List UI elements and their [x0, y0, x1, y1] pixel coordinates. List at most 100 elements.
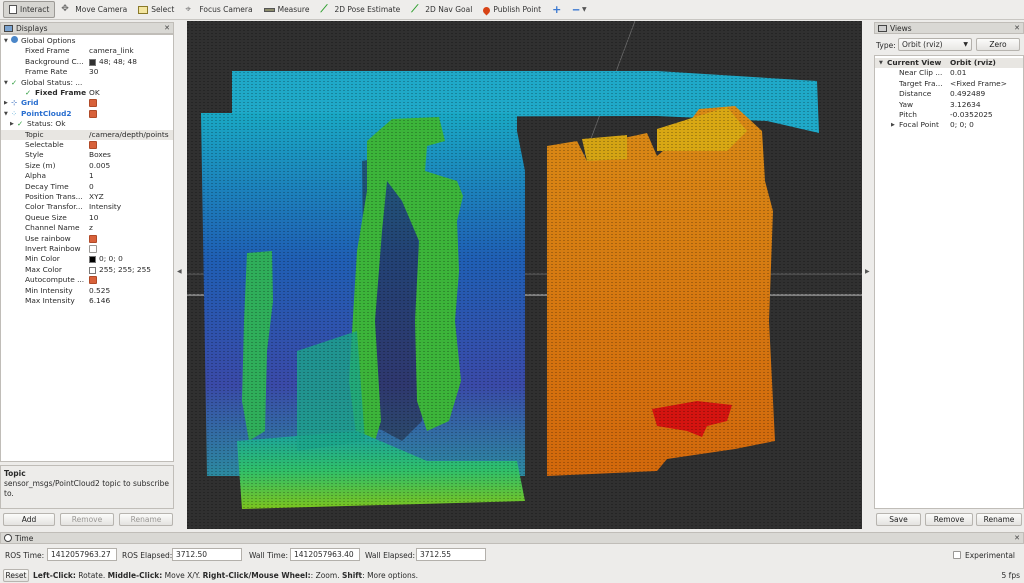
display-row-value[interactable]: 30	[89, 67, 171, 77]
wall-elapsed-field[interactable]: 3712.55	[416, 548, 486, 561]
color-swatch[interactable]	[89, 256, 96, 264]
display-row-value[interactable]: Intensity	[89, 202, 171, 212]
expand-right-icon[interactable]: ▶	[4, 98, 8, 108]
display-row[interactable]: Alpha 1	[1, 171, 173, 181]
display-checkbox[interactable]	[89, 245, 97, 253]
display-row-value[interactable]: 0.005	[89, 161, 171, 171]
pose-estimate-tool-button[interactable]: ⟋ 2D Pose Estimate	[315, 1, 405, 18]
display-row[interactable]: ✓ Fixed Frame OK	[1, 88, 173, 98]
display-row[interactable]: Decay Time 0	[1, 182, 173, 192]
remove-view-button[interactable]: Remove	[925, 513, 973, 526]
display-row[interactable]: Fixed Frame camera_link	[1, 46, 173, 56]
rename-view-button[interactable]: Rename	[976, 513, 1022, 526]
display-row[interactable]: ▼ ✓ Global Status: ...	[1, 78, 173, 88]
display-row-value[interactable]: 48; 48; 48	[99, 57, 171, 67]
ros-time-field[interactable]: 1412057963.27	[47, 548, 117, 561]
display-row[interactable]: ▼ ⁘ PointCloud2	[1, 109, 173, 119]
interact-tool-button[interactable]: Interact	[3, 1, 56, 18]
color-swatch[interactable]	[89, 58, 96, 66]
remove-display-button[interactable]: Remove	[60, 513, 114, 526]
display-checkbox[interactable]	[89, 99, 97, 108]
display-row-value[interactable]: Boxes	[89, 150, 171, 160]
measure-tool-button[interactable]: Measure	[259, 1, 315, 18]
display-row-value[interactable]: 0; 0; 0	[99, 254, 171, 264]
display-row-value[interactable]: 10	[89, 213, 171, 223]
view-row[interactable]: Near Clip ... 0.01	[875, 68, 1023, 78]
expand-right-icon[interactable]: ▶	[891, 120, 895, 130]
expand-down-icon[interactable]: ▼	[4, 109, 8, 119]
display-row[interactable]: Size (m) 0.005	[1, 161, 173, 171]
close-icon[interactable]: ✕	[164, 24, 170, 32]
display-row-value[interactable]: 0	[89, 182, 171, 192]
display-row[interactable]: Selectable	[1, 140, 173, 150]
move-camera-tool-button[interactable]: ✥ Move Camera	[56, 1, 132, 18]
view-row-value[interactable]: <Fixed Frame>	[950, 79, 1022, 89]
display-row-value[interactable]: 1	[89, 171, 171, 181]
select-tool-button[interactable]: Select	[133, 1, 179, 18]
display-row[interactable]: ▶ ✓ Status: Ok	[1, 119, 173, 129]
view-row[interactable]: ▼ Current View Orbit (rviz)	[875, 58, 1023, 69]
3d-viewport[interactable]	[187, 21, 862, 529]
view-row-value[interactable]: 0.01	[950, 68, 1022, 78]
display-checkbox[interactable]	[89, 234, 97, 243]
close-icon[interactable]: ✕	[1014, 534, 1020, 542]
view-row-value[interactable]: 0.492489	[950, 89, 1022, 99]
display-row-value[interactable]: camera_link	[89, 46, 171, 56]
display-row[interactable]: Autocompute ...	[1, 275, 173, 285]
view-row-value[interactable]: 0; 0; 0	[950, 120, 1022, 130]
display-row-value[interactable]: 255; 255; 255	[99, 265, 171, 275]
display-row-value[interactable]: OK	[89, 88, 171, 98]
display-row[interactable]: Invert Rainbow	[1, 244, 173, 254]
view-type-select[interactable]: Orbit (rviz) ▼	[898, 38, 972, 51]
display-row[interactable]: Topic/camera/depth/points	[1, 129, 173, 140]
view-row-value[interactable]: Orbit (rviz)	[950, 58, 1022, 68]
display-row[interactable]: ▶ ⊹ Grid	[1, 98, 173, 108]
remove-tool-menu[interactable]: ‒ ▼	[567, 1, 591, 18]
display-checkbox[interactable]	[89, 276, 97, 285]
view-row[interactable]: Distance 0.492489	[875, 89, 1023, 99]
left-collapse-handle[interactable]: ◀	[177, 268, 182, 275]
save-view-button[interactable]: Save	[876, 513, 921, 526]
display-row-value[interactable]: 0.525	[89, 286, 171, 296]
view-row-value[interactable]: 3.12634	[950, 100, 1022, 110]
wall-time-field[interactable]: 1412057963.40	[290, 548, 360, 561]
nav-goal-tool-button[interactable]: ⟋ 2D Nav Goal	[406, 1, 477, 18]
display-row[interactable]: Min Intensity 0.525	[1, 286, 173, 296]
expand-down-icon[interactable]: ▼	[879, 58, 883, 68]
display-row[interactable]: Color Transfor... Intensity	[1, 202, 173, 212]
expand-down-icon[interactable]: ▼	[4, 36, 8, 46]
close-icon[interactable]: ✕	[1014, 24, 1020, 32]
display-row[interactable]: ▼ Global Options	[1, 36, 173, 46]
display-row[interactable]: Channel Name z	[1, 223, 173, 233]
display-row[interactable]: Queue Size 10	[1, 213, 173, 223]
zero-view-button[interactable]: Zero	[976, 38, 1020, 51]
add-tool-button[interactable]: +	[547, 1, 566, 18]
view-row[interactable]: Pitch -0.0352025	[875, 110, 1023, 120]
display-row[interactable]: Background C... 48; 48; 48	[1, 57, 173, 67]
display-row[interactable]: Use rainbow	[1, 234, 173, 244]
experimental-checkbox[interactable]	[953, 551, 961, 559]
view-row[interactable]: Yaw 3.12634	[875, 100, 1023, 110]
display-row-value[interactable]: 6.146	[89, 296, 171, 306]
rename-display-button[interactable]: Rename	[119, 513, 173, 526]
display-row[interactable]: Max Intensity 6.146	[1, 296, 173, 306]
color-swatch[interactable]	[89, 266, 96, 274]
view-row[interactable]: Target Fra... <Fixed Frame>	[875, 79, 1023, 89]
publish-point-tool-button[interactable]: Publish Point	[478, 1, 546, 18]
display-checkbox[interactable]	[89, 141, 97, 149]
display-checkbox[interactable]	[89, 109, 97, 118]
display-row[interactable]: Position Trans... XYZ	[1, 192, 173, 202]
display-row[interactable]: Style Boxes	[1, 150, 173, 160]
expand-right-icon[interactable]: ▶	[10, 119, 14, 129]
display-row-value[interactable]: /camera/depth/points	[89, 130, 171, 140]
reset-button[interactable]: Reset	[3, 569, 29, 582]
display-row-value[interactable]: z	[89, 223, 171, 233]
add-display-button[interactable]: Add	[3, 513, 55, 526]
display-row[interactable]: Min Color 0; 0; 0	[1, 254, 173, 264]
display-row[interactable]: Max Color 255; 255; 255	[1, 265, 173, 275]
view-row-value[interactable]: -0.0352025	[950, 110, 1022, 120]
display-row[interactable]: Frame Rate 30	[1, 67, 173, 77]
expand-down-icon[interactable]: ▼	[4, 78, 8, 88]
display-row-value[interactable]: XYZ	[89, 192, 171, 202]
focus-camera-tool-button[interactable]: ⌖ Focus Camera	[180, 1, 257, 18]
